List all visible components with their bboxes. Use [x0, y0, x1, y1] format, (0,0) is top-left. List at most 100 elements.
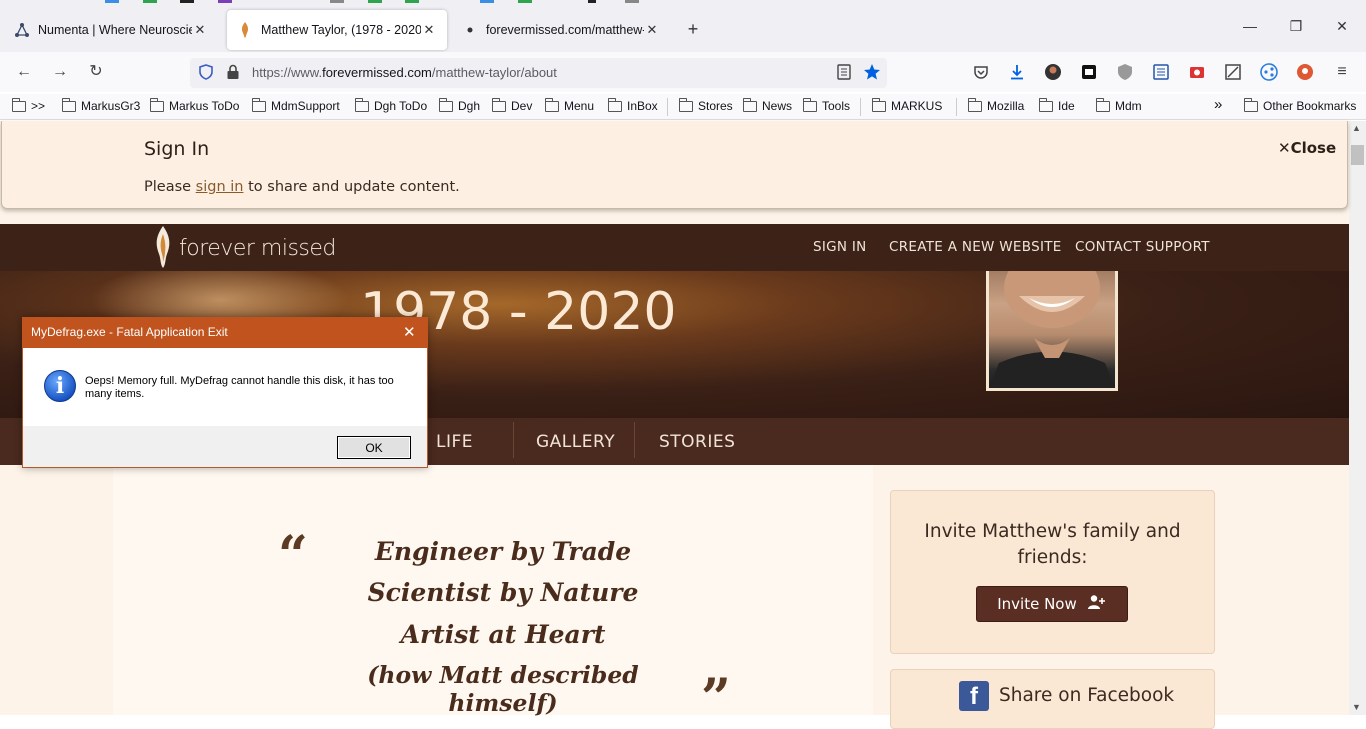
bookmark-folder[interactable]: Dgh — [439, 97, 480, 113]
menu-icon[interactable]: ≡ — [1333, 63, 1351, 81]
site-logo[interactable]: forever missed — [179, 236, 336, 261]
folder-icon — [968, 97, 982, 112]
reader-view-icon[interactable] — [835, 63, 853, 81]
extension-icon[interactable] — [1044, 63, 1062, 81]
folder-icon — [679, 97, 693, 112]
bookmark-separator — [956, 98, 957, 116]
forevermissed-icon — [237, 22, 253, 38]
bookmark-folder[interactable]: Dgh ToDo — [355, 97, 427, 113]
bookmark-folder[interactable]: >> — [12, 97, 45, 113]
tab-stories[interactable]: STORIES — [659, 432, 735, 452]
signin-link[interactable]: sign in — [196, 179, 244, 195]
bookmark-folder[interactable]: MdmSupport — [252, 97, 340, 113]
reload-icon[interactable]: ↻ — [86, 62, 106, 82]
window-close-icon[interactable]: ✕ — [1332, 18, 1352, 35]
other-bookmarks[interactable]: Other Bookmarks — [1244, 97, 1356, 113]
folder-icon — [872, 97, 886, 112]
tab-close-icon[interactable]: ✕ — [644, 22, 660, 38]
dot-icon — [462, 22, 478, 38]
invite-now-button[interactable]: Invite Now — [976, 586, 1128, 622]
invite-card — [890, 490, 1215, 654]
dialog-title: MyDefrag.exe - Fatal Application Exit — [31, 325, 228, 339]
tab-forevermissed-url[interactable]: forevermissed.com/matthew-taylor ✕ — [452, 10, 670, 50]
folder-icon — [12, 97, 26, 112]
bookmark-separator — [860, 98, 861, 116]
portrait-photo[interactable] — [989, 268, 1115, 388]
tab-numenta[interactable]: Numenta | Where Neuroscience Meets Machi… — [4, 10, 218, 50]
extension-icon[interactable] — [1152, 63, 1170, 81]
facebook-icon: f — [959, 681, 989, 711]
subnav-divider — [513, 422, 514, 458]
bookmark-folder[interactable]: Menu — [545, 97, 594, 113]
bookmark-star-icon[interactable] — [863, 63, 881, 81]
minimize-icon[interactable]: — — [1240, 18, 1260, 34]
bookmark-folder[interactable]: News — [743, 97, 792, 113]
ok-button[interactable]: OK — [337, 436, 411, 459]
folder-icon — [803, 97, 817, 112]
tab-life[interactable]: LIFE — [436, 432, 473, 452]
folder-icon — [150, 97, 164, 112]
folder-icon — [62, 97, 76, 112]
bookmark-folder[interactable]: Dev — [492, 97, 532, 113]
bookmark-folder[interactable]: Ide — [1039, 97, 1075, 113]
bookmark-folder[interactable]: Mozilla — [968, 97, 1024, 113]
downloads-icon[interactable] — [1008, 63, 1026, 81]
nav-sign-in[interactable]: SIGN IN — [813, 239, 867, 255]
tab-title: Matthew Taylor, (1978 - 2020) - Online M… — [261, 23, 421, 37]
scroll-down-icon[interactable]: ▼ — [1352, 702, 1361, 712]
folder-icon — [545, 97, 559, 112]
bookmark-folder[interactable]: MARKUS — [872, 97, 942, 113]
scrollbar-thumb[interactable] — [1351, 145, 1364, 165]
folder-icon — [1244, 97, 1258, 112]
folder-icon — [252, 97, 266, 112]
signin-message: Please sign in to share and update conte… — [144, 179, 460, 195]
nav-create-website[interactable]: CREATE A NEW WEBSITE — [889, 239, 1062, 255]
open-quote: “ — [278, 525, 308, 586]
facebook-share-label[interactable]: Share on Facebook — [999, 685, 1174, 706]
bookmark-folder[interactable]: Mdm — [1096, 97, 1142, 113]
lock-icon[interactable] — [224, 63, 242, 81]
folder-icon — [608, 97, 622, 112]
signin-title: Sign In — [144, 138, 210, 160]
extension-icon[interactable] — [1116, 63, 1134, 81]
folder-icon — [1039, 97, 1053, 112]
invite-button-label: Invite Now — [997, 595, 1077, 613]
url-text[interactable]: https://www.forevermissed.com/matthew-ta… — [252, 65, 557, 80]
restore-icon[interactable]: ❐ — [1286, 18, 1306, 35]
folder-icon — [743, 97, 757, 112]
info-icon: i — [44, 370, 76, 402]
bookmark-folder[interactable]: Stores — [679, 97, 733, 113]
scrollbar[interactable] — [1349, 121, 1366, 715]
extension-icon[interactable] — [1080, 63, 1098, 81]
quote-line: (how Matt described himself) — [367, 661, 639, 717]
duckduckgo-icon[interactable] — [1296, 63, 1314, 81]
taskbar-strip — [105, 0, 639, 3]
more-bookmarks-icon[interactable]: » — [1214, 96, 1222, 113]
scroll-up-icon[interactable]: ▲ — [1352, 123, 1361, 133]
bookmark-folder[interactable]: InBox — [608, 97, 658, 113]
tab-title: Numenta | Where Neuroscience Meets Machi… — [38, 23, 192, 37]
bookmark-folder[interactable]: Tools — [803, 97, 850, 113]
share-icon[interactable] — [1260, 63, 1278, 81]
forward-icon[interactable]: → — [50, 62, 70, 82]
bookmark-folder[interactable]: Markus ToDo — [150, 97, 239, 113]
tab-close-icon[interactable]: ✕ — [192, 22, 208, 38]
shield-icon[interactable] — [197, 63, 215, 81]
screenshot-icon[interactable] — [1188, 63, 1206, 81]
numenta-icon — [14, 22, 30, 38]
new-tab-icon[interactable]: + — [683, 19, 703, 40]
flame-logo-icon[interactable] — [154, 226, 172, 273]
pocket-icon[interactable] — [972, 63, 990, 81]
extension-icon[interactable] — [1224, 63, 1242, 81]
dialog-close-icon[interactable]: ✕ — [403, 323, 416, 341]
tab-matthew-taylor[interactable]: Matthew Taylor, (1978 - 2020) - Online M… — [227, 10, 447, 50]
bookmark-folder[interactable]: MarkusGr3 — [62, 97, 140, 113]
folder-icon — [355, 97, 369, 112]
folder-icon — [1096, 97, 1110, 112]
back-icon[interactable]: ← — [14, 62, 34, 82]
tab-close-icon[interactable]: ✕ — [421, 22, 437, 38]
folder-icon — [492, 97, 506, 112]
close-button[interactable]: ✕Close — [1278, 139, 1336, 157]
tab-gallery[interactable]: GALLERY — [536, 432, 615, 452]
nav-contact-support[interactable]: CONTACT SUPPORT — [1075, 239, 1210, 255]
